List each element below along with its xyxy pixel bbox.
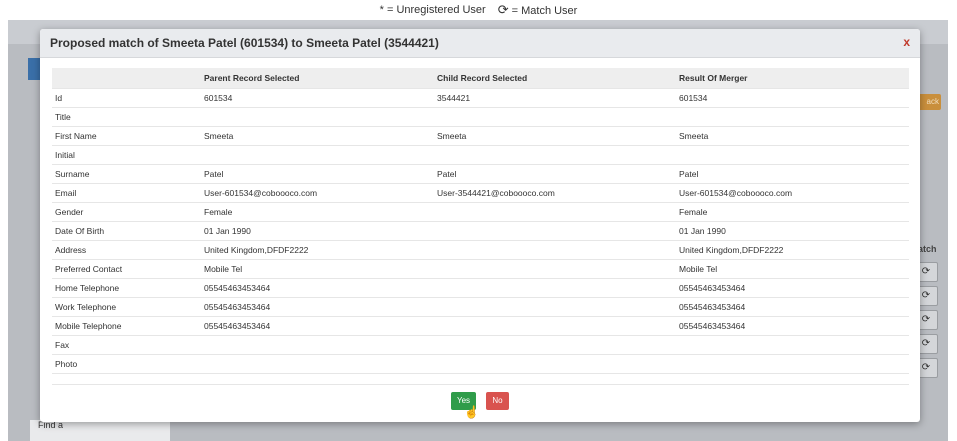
row-result-value: Mobile Tel	[676, 259, 909, 279]
column-header-parent: Parent Record Selected	[201, 68, 434, 89]
dialog-title: Proposed match of Smeeta Patel (601534) …	[50, 36, 439, 50]
row-field-label: Surname	[52, 164, 201, 184]
table-footer-spacer	[52, 373, 909, 385]
table-row: Id 601534 3544421 601534	[52, 88, 909, 108]
row-parent-value	[201, 354, 434, 374]
row-child-value	[434, 278, 676, 298]
table-row: Fax	[52, 335, 909, 355]
row-result-value: 01 Jan 1990	[676, 221, 909, 241]
row-parent-value: Female	[201, 202, 434, 222]
row-field-label: Mobile Telephone	[52, 316, 201, 336]
row-result-value: Patel	[676, 164, 909, 184]
hand-pointer-icon: ☝	[464, 405, 479, 419]
row-parent-value	[201, 335, 434, 355]
no-button[interactable]: No	[486, 392, 509, 410]
table-row: Preferred Contact Mobile Tel Mobile Tel	[52, 259, 909, 279]
row-child-value	[434, 221, 676, 241]
row-parent-value	[201, 145, 434, 165]
table-row: Gender Female Female	[52, 202, 909, 222]
row-result-value: 05545463453464	[676, 297, 909, 317]
row-child-value: Patel	[434, 164, 676, 184]
table-spacer-cell	[201, 373, 434, 385]
close-button[interactable]: x	[903, 35, 910, 49]
dialog-actions: Yes No	[40, 392, 920, 410]
row-field-label: Work Telephone	[52, 297, 201, 317]
row-child-value	[434, 145, 676, 165]
row-parent-value: 01 Jan 1990	[201, 221, 434, 241]
row-result-value	[676, 145, 909, 165]
row-parent-value: Smeeta	[201, 126, 434, 146]
row-result-value	[676, 354, 909, 374]
row-parent-value: 601534	[201, 88, 434, 108]
row-result-value	[676, 335, 909, 355]
table-row: Surname Patel Patel Patel	[52, 164, 909, 184]
row-child-value	[434, 107, 676, 127]
row-result-value: United Kingdom,DFDF2222	[676, 240, 909, 260]
row-field-label: Title	[52, 107, 201, 127]
column-header-result: Result Of Merger	[676, 68, 909, 89]
row-child-value	[434, 316, 676, 336]
row-field-label: Date Of Birth	[52, 221, 201, 241]
row-parent-value	[201, 107, 434, 127]
row-result-value: 601534	[676, 88, 909, 108]
row-child-value	[434, 259, 676, 279]
row-result-value: Smeeta	[676, 126, 909, 146]
row-child-value	[434, 240, 676, 260]
row-parent-value: 05545463453464	[201, 316, 434, 336]
row-field-label: Id	[52, 88, 201, 108]
row-parent-value: 05545463453464	[201, 278, 434, 298]
row-field-label: Email	[52, 183, 201, 203]
table-row: Home Telephone 05545463453464 055454634534…	[52, 278, 909, 298]
row-result-value: User-601534@coboooco.com	[676, 183, 909, 203]
table-row: Title	[52, 107, 909, 127]
row-field-label: Fax	[52, 335, 201, 355]
table-spacer-cell	[52, 373, 201, 385]
table-spacer-cell	[434, 373, 676, 385]
row-parent-value: Mobile Tel	[201, 259, 434, 279]
legend: * = Unregistered User ⟳ = Match User	[0, 0, 957, 20]
row-field-label: First Name	[52, 126, 201, 146]
table-row: Mobile Telephone 05545463453464 0554546345…	[52, 316, 909, 336]
merge-match-dialog: Proposed match of Smeeta Patel (601534) …	[40, 29, 920, 422]
row-child-value	[434, 297, 676, 317]
table-row: Initial	[52, 145, 909, 165]
table-spacer-cell	[676, 373, 909, 385]
table-row: Date Of Birth 01 Jan 1990 01 Jan 1990	[52, 221, 909, 241]
row-result-value: 05545463453464	[676, 278, 909, 298]
row-field-label: Initial	[52, 145, 201, 165]
sync-icon: ⟳	[497, 2, 509, 17]
row-child-value: User-3544421@coboooco.com	[434, 183, 676, 203]
column-header-child: Child Record Selected	[434, 68, 676, 89]
row-result-value: Female	[676, 202, 909, 222]
row-field-label: Photo	[52, 354, 201, 374]
row-child-value	[434, 335, 676, 355]
row-parent-value: United Kingdom,DFDF2222	[201, 240, 434, 260]
row-field-label: Preferred Contact	[52, 259, 201, 279]
table-row: Address United Kingdom,DFDF2222 United Kin…	[52, 240, 909, 260]
row-child-value: 3544421	[434, 88, 676, 108]
row-child-value: Smeeta	[434, 126, 676, 146]
dialog-header: Proposed match of Smeeta Patel (601534) …	[40, 29, 920, 58]
row-parent-value: Patel	[201, 164, 434, 184]
table-header-row: Parent Record Selected Child Record Sele…	[52, 68, 909, 89]
row-field-label: Home Telephone	[52, 278, 201, 298]
column-header-field	[52, 68, 201, 89]
table-row: Photo	[52, 354, 909, 374]
legend-match-label: = Match User	[511, 5, 578, 17]
row-parent-value: User-601534@coboooco.com	[201, 183, 434, 203]
table-row: Work Telephone 05545463453464 055454634534…	[52, 297, 909, 317]
legend-unregistered: * = Unregistered User	[379, 4, 486, 16]
table-row: First Name Smeeta Smeeta Smeeta	[52, 126, 909, 146]
row-child-value	[434, 354, 676, 374]
table-row: Email User-601534@coboooco.com User-354442…	[52, 183, 909, 203]
row-result-value	[676, 107, 909, 127]
row-field-label: Gender	[52, 202, 201, 222]
row-child-value	[434, 202, 676, 222]
merge-comparison-table: Parent Record Selected Child Record Sele…	[52, 68, 909, 385]
legend-match: ⟳ = Match User	[498, 2, 578, 18]
row-result-value: 05545463453464	[676, 316, 909, 336]
row-field-label: Address	[52, 240, 201, 260]
background-match-column-header: atch	[918, 244, 937, 254]
row-parent-value: 05545463453464	[201, 297, 434, 317]
